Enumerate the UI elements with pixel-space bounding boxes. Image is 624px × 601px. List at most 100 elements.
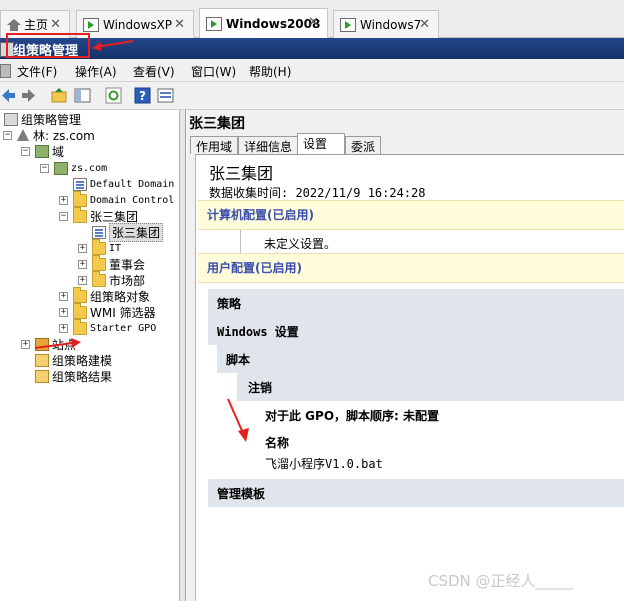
undefined-settings: 未定义设置。: [264, 237, 337, 251]
browser-tab-bar: 主页 ✕ WindowsXP ✕ Windows2008 ✕ Windows7 …: [0, 0, 624, 39]
wmi-folder-icon: [73, 302, 87, 319]
settings-report: 张三集团 数据收集时间: 2022/11/9 16:24:28 计算机配置(已启…: [195, 154, 624, 601]
vm-icon: [206, 17, 222, 31]
tree-modeling[interactable]: 组策略建模: [35, 352, 112, 368]
menu-file[interactable]: 文件(F): [17, 63, 57, 80]
svg-text:?: ?: [139, 89, 146, 103]
tree-results-label: 组策略结果: [52, 369, 113, 384]
tree-ou-gpo-link[interactable]: 张三集团: [92, 222, 164, 242]
tab-windows2008[interactable]: Windows2008 ✕: [199, 8, 328, 39]
system-menu-icon[interactable]: [0, 64, 11, 78]
tree-wmi-filters[interactable]: WMI 筛选器: [73, 302, 156, 320]
expand-icon[interactable]: +: [59, 308, 68, 317]
logoff-label: 注销: [248, 381, 273, 395]
tab-delegation[interactable]: 委派: [345, 136, 382, 154]
policies-header[interactable]: 策略: [208, 289, 624, 317]
collapse-icon[interactable]: −: [3, 131, 12, 140]
user-config-section[interactable]: 用户配置(已启用): [198, 253, 624, 283]
back-icon[interactable]: [0, 87, 17, 104]
expand-icon[interactable]: +: [78, 244, 87, 253]
tree-starter-label: Starter GPO: [90, 322, 157, 334]
scripts-label: 脚本: [226, 353, 251, 367]
tab-windows2008-label: Windows2008: [226, 17, 321, 31]
tab-details[interactable]: 详细信息: [238, 136, 299, 154]
admin-templates-header[interactable]: 管理模板: [208, 479, 624, 507]
tree-domain[interactable]: zs.com: [54, 160, 107, 176]
expand-icon[interactable]: +: [59, 324, 68, 333]
ou-folder-icon: [92, 254, 106, 271]
tab-scope[interactable]: 作用域: [190, 136, 239, 154]
vm-icon: [340, 17, 356, 32]
tree-domains-label: 域: [52, 144, 65, 159]
tree-domains[interactable]: 域: [35, 143, 64, 159]
details-pane: 张三集团 作用域 详细信息 设置 委派 张三集团 数据收集时间: 2022/11…: [187, 110, 624, 601]
tree-root[interactable]: 组策略管理: [4, 111, 81, 127]
menu-view[interactable]: 查看(V): [133, 63, 175, 80]
indent-line: [240, 230, 241, 254]
forest-icon: [16, 128, 30, 142]
tree-root-label: 组策略管理: [21, 112, 82, 127]
tree-ou-gpo-label: 张三集团: [109, 222, 164, 242]
menu-window[interactable]: 窗口(W): [191, 63, 236, 80]
tree-results[interactable]: 组策略结果: [35, 368, 112, 384]
up-folder-icon[interactable]: [51, 87, 68, 104]
collapse-icon[interactable]: −: [21, 147, 30, 156]
collapse-icon[interactable]: −: [40, 164, 49, 173]
close-icon[interactable]: ✕: [50, 17, 61, 32]
vm-icon: [83, 17, 99, 32]
tree-gpo-objects-label: 组策略对象: [90, 289, 151, 304]
pane-splitter[interactable]: [180, 110, 186, 601]
windows-settings-header[interactable]: Windows 设置: [208, 317, 624, 345]
tree-domain-controllers[interactable]: Domain Control: [73, 190, 175, 208]
menu-help[interactable]: 帮助(H): [249, 63, 291, 80]
close-icon[interactable]: ✕: [308, 15, 319, 30]
tab-windowsxp[interactable]: WindowsXP ✕: [76, 10, 194, 38]
tree-forest-label: 林: zs.com: [33, 128, 95, 143]
forward-icon[interactable]: [20, 87, 37, 104]
watermark: CSDN @正经人_____: [428, 572, 574, 590]
results-icon: [35, 369, 49, 383]
expand-icon[interactable]: +: [78, 276, 87, 285]
tab-settings[interactable]: 设置: [297, 133, 345, 155]
home-icon: [7, 18, 21, 31]
tree-domain-label: zs.com: [71, 162, 108, 174]
scripts-header[interactable]: 脚本: [217, 345, 624, 373]
help-icon[interactable]: ?: [134, 87, 151, 104]
show-hide-tree-icon[interactable]: [74, 87, 91, 104]
name-column-header: 名称: [265, 436, 290, 450]
group-policy-management-icon: [4, 112, 18, 126]
tree-forest[interactable]: 林: zs.com: [16, 127, 95, 143]
windows-settings-label: Windows 设置: [217, 325, 299, 339]
logoff-header[interactable]: 注销: [237, 373, 624, 401]
tree-wmi-label: WMI 筛选器: [90, 305, 156, 320]
close-icon[interactable]: ✕: [174, 17, 185, 32]
close-icon[interactable]: ✕: [419, 17, 430, 32]
tree-default-domain-label: Default Domain: [90, 178, 175, 190]
tree-ou-marketing[interactable]: 市场部: [92, 270, 145, 288]
menu-bar: 文件(F) 操作(A) 查看(V) 窗口(W) 帮助(H): [0, 59, 624, 82]
ou-folder-icon: [92, 238, 106, 255]
expand-icon[interactable]: +: [59, 292, 68, 301]
properties-icon[interactable]: [157, 87, 174, 104]
tree-default-domain-policy[interactable]: Default Domain: [73, 176, 174, 192]
menu-action[interactable]: 操作(A): [75, 63, 117, 80]
modeling-icon: [35, 353, 49, 367]
tab-windows7[interactable]: Windows7 ✕: [333, 10, 439, 38]
ou-folder-icon: [73, 206, 87, 223]
gpo-objects-folder-icon: [73, 286, 87, 303]
tree-ou-it-label: IT: [109, 242, 122, 254]
expand-icon[interactable]: +: [59, 196, 68, 205]
toolbar: ?: [0, 82, 624, 110]
computer-config-title: 计算机配置(已启用): [207, 208, 314, 222]
collapse-icon[interactable]: −: [59, 212, 68, 221]
domains-icon: [35, 144, 49, 158]
tree-ou-board-label: 董事会: [109, 257, 146, 272]
tree-domain-controllers-label: Domain Control: [90, 194, 175, 206]
expand-icon[interactable]: +: [78, 260, 87, 269]
annotation-arrow: [34, 338, 81, 349]
refresh-icon[interactable]: [105, 87, 122, 104]
computer-config-section[interactable]: 计算机配置(已启用): [198, 200, 624, 230]
expand-icon[interactable]: +: [21, 340, 30, 349]
tree-gpo-objects[interactable]: 组策略对象: [73, 286, 151, 304]
tree-starter-gpo[interactable]: Starter GPO: [73, 318, 157, 336]
